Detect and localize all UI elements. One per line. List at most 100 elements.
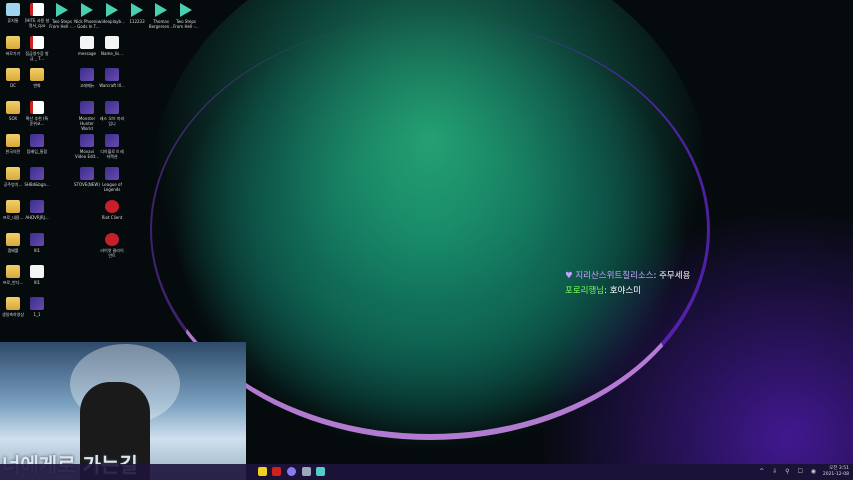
desktop-icon[interactable]: AHDVRJRJ... — [24, 200, 50, 220]
desktop-icon-label: 1_1 — [33, 312, 41, 317]
desktop-icon[interactable]: 생일축하영상 — [0, 297, 26, 317]
webcam-overlay: 너에게로 가는길 — [0, 342, 246, 480]
desktop-icon[interactable]: Nick Phoenix - Gods In T... — [74, 3, 100, 29]
chat-message: 포로리행님: 호야스미 — [565, 284, 690, 299]
desktop-icon-label: 생일축하영상 — [1, 312, 25, 317]
desktop-icon[interactable]: Warcraft III... — [99, 68, 125, 88]
app-icon — [105, 101, 119, 114]
desktop-icon-label: Warcraft III... — [99, 83, 125, 88]
app-icon[interactable] — [287, 467, 296, 476]
desktop-icon[interactable]: League of Legends — [99, 167, 125, 192]
taskbar: ^ ⇩ ⚲ ☐ ◉ 오전 3:51 2021-12-08 — [0, 464, 853, 480]
pdf-icon — [30, 36, 44, 49]
desktop-icon[interactable]: 휴지통 — [0, 3, 26, 23]
mp3-icon — [56, 3, 68, 17]
desktop-icon[interactable]: 고래메뉴 — [74, 68, 100, 88]
desktop-icon-label: 겜배틀 — [7, 248, 19, 253]
file-icon — [30, 265, 44, 278]
desktop-icon[interactable]: videoplayb... — [99, 3, 125, 24]
app-icon — [80, 134, 94, 147]
desktop-icon[interactable]: 겜배틀 — [0, 233, 26, 253]
desktop-icon[interactable]: 라이엇 클라이언트 — [99, 233, 125, 258]
desktop-icon[interactable]: Thomas Bergersen... — [148, 3, 174, 29]
notepad-icon[interactable] — [316, 467, 325, 476]
img-icon — [30, 233, 44, 246]
desktop-icon[interactable]: 공주방치... — [0, 167, 26, 187]
chat-text: 주무세용 — [659, 271, 691, 281]
folder-icon — [6, 68, 20, 81]
desktop-icon[interactable]: 변화 — [24, 68, 50, 88]
app-icon — [80, 167, 94, 180]
red-icon — [105, 233, 119, 246]
desktop-icon-label: 라이엇 클라이언트 — [100, 248, 124, 258]
desktop-icon-label: Two Steps From Hell -... — [173, 19, 199, 29]
desktop-icon-label: 공주방치... — [3, 182, 23, 187]
chat-user: 포로리행님 — [565, 286, 605, 296]
desktop-icon-label: [HITE 사용 설명서_cpo — [24, 18, 50, 28]
desktop-icon[interactable]: 확산 추천 (특준위코... — [24, 101, 50, 126]
desktop-icon-label: Movavi Video Edit... — [74, 149, 100, 159]
desktop-icon[interactable]: III1 — [24, 233, 50, 253]
desktop-icon[interactable]: STOVE(NEW) — [74, 167, 100, 187]
desktop-icon[interactable]: SOX — [0, 101, 26, 121]
desktop-icon-label: message — [78, 51, 96, 56]
desktop-icon[interactable]: 바로가기 — [0, 36, 26, 56]
desktop-icon-label: League of Legends — [102, 182, 122, 192]
desktop-icon[interactable]: Riot Client — [99, 200, 125, 220]
desktop-icon[interactable]: SHBd&bga... — [24, 167, 50, 187]
chat-overlay: ♥ 지리산스위트칠리소스: 주무세용 포로리행님: 호야스미 — [565, 269, 690, 299]
desktop-icon[interactable]: 프로_반다... — [0, 265, 26, 285]
desktop-icon-label: Riot Client — [101, 215, 123, 220]
desktop-icon[interactable]: 레스 오브 마라입니 — [99, 101, 125, 126]
kakao-icon[interactable] — [258, 467, 267, 476]
desktop-icon[interactable]: 한국의전 — [0, 134, 26, 154]
desktop-icon-label: videoplayb... — [99, 19, 125, 24]
desktop-icon[interactable]: 프로_내용... — [0, 200, 26, 220]
desktop-icon-label: 확산 추천 (특준위코... — [25, 116, 49, 126]
desktop-icon[interactable]: DC — [0, 68, 26, 88]
desktop-icon-label: 한국의전 — [5, 149, 21, 154]
img-icon — [30, 200, 44, 213]
desktop-icon-label: 탐배입_통합 — [26, 149, 48, 154]
desktop-icon-label: 프로_반다... — [2, 280, 24, 285]
system-tray[interactable]: ^ ⇩ ⚲ ☐ ◉ — [759, 468, 819, 475]
desktop-icon-label: Name_lis... — [101, 51, 123, 56]
desktop-icon[interactable]: 접금영수증 발급 _ T... — [24, 36, 50, 61]
folder-icon — [6, 101, 20, 114]
desktop-icon-label: AHDVRJRJ... — [25, 215, 49, 220]
desktop-icon[interactable]: message — [74, 36, 100, 56]
file-icon — [105, 36, 119, 49]
desktop-icon-label: 바로가기 — [5, 51, 21, 56]
desktop-icon[interactable]: Two Steps From Hell -... — [49, 3, 75, 29]
folder-icon — [6, 200, 20, 213]
desktop-icon[interactable]: Two Steps From Hell -... — [173, 3, 199, 29]
desktop-icon[interactable]: Monster Hunter World — [74, 101, 100, 131]
clock-date: 2021-12-08 — [822, 472, 849, 477]
acrobat-icon[interactable] — [272, 467, 281, 476]
desktop-icon[interactable]: 탐배입_통합 — [24, 134, 50, 154]
chat-message: ♥ 지리산스위트칠리소스: 주무세용 — [565, 269, 690, 284]
desktop-icon-label: 고래메뉴 — [79, 83, 95, 88]
desktop-icon-label: Thomas Bergersen... — [148, 19, 174, 29]
desktop-icon[interactable]: [HITE 사용 설명서_cpo — [24, 3, 50, 28]
desktop-icon[interactable]: III1 — [24, 265, 50, 285]
pdf-icon — [30, 101, 44, 114]
file-icon[interactable] — [302, 467, 311, 476]
folder-icon — [6, 167, 20, 180]
desktop-icon-label: 프로_내용... — [2, 215, 24, 220]
desktop-icon[interactable]: Movavi Video Edit... — [74, 134, 100, 159]
clock[interactable]: 오전 3:51 2021-12-08 — [823, 466, 849, 478]
desktop-icon[interactable]: 112233 — [124, 3, 150, 24]
desktop-icon[interactable]: 디아블로 II 레저렉션 — [99, 134, 125, 159]
folder-icon — [30, 68, 44, 81]
heart-icon: ♥ — [565, 271, 576, 281]
desktop-icon-label: 레스 오브 마라입니 — [99, 116, 125, 126]
desktop-icon-label: III1 — [33, 280, 41, 285]
desktop-icon-label: Nick Phoenix - Gods In T... — [74, 19, 100, 29]
mp3-icon — [131, 3, 143, 17]
desktop-icon[interactable]: 1_1 — [24, 297, 50, 317]
desktop-icon-label: 변화 — [33, 83, 41, 88]
desktop-icon[interactable]: Name_lis... — [99, 36, 125, 56]
app-icon — [105, 68, 119, 81]
file-icon — [80, 36, 94, 49]
